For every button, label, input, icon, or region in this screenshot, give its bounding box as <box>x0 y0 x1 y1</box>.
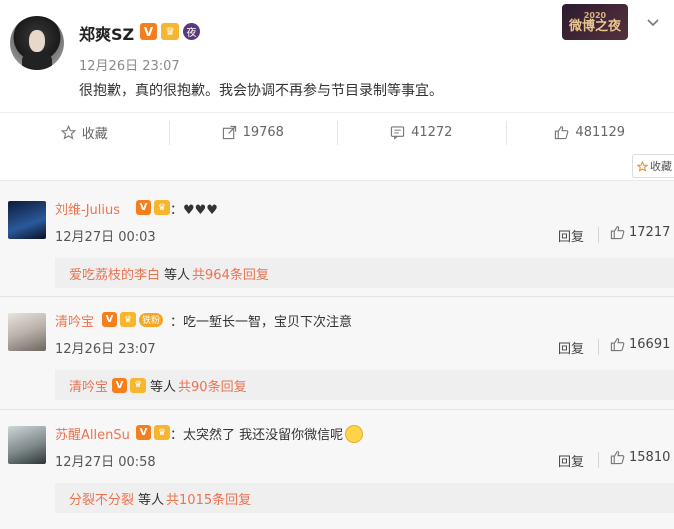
member-crown-icon[interactable]: ♛ <box>130 377 147 393</box>
weibo-night-event-logo[interactable]: 2020 微博之夜 <box>562 4 628 40</box>
comment-time: 12月27日 00:03 <box>55 230 156 245</box>
action-divider <box>598 339 599 355</box>
weibo-night-icon[interactable]: 夜 <box>183 23 200 40</box>
commenter-avatar[interactable] <box>8 313 46 351</box>
comment-icon <box>390 126 405 140</box>
floating-favorite-tab[interactable]: 收藏 <box>632 154 674 178</box>
verified-v-icon[interactable]: V <box>112 377 128 393</box>
commenter-badges: V ♛ 铁粉 <box>102 312 164 327</box>
thumbs-up-icon <box>610 451 625 465</box>
post-timestamp[interactable]: 12月26日 23:07 <box>79 55 180 74</box>
commenter-badges: V ♛ <box>136 425 170 440</box>
member-crown-icon[interactable]: ♛ <box>120 312 136 327</box>
star-icon <box>60 125 76 140</box>
commenter-avatar[interactable] <box>8 426 46 464</box>
sub-replies-link[interactable]: 分裂不分裂 等人 共1015条回复 <box>55 483 674 513</box>
sub-reply-etc: 等人 <box>150 379 177 395</box>
repost-button[interactable]: 19768 <box>168 113 338 152</box>
sub-replies-link[interactable]: 清吟宝 V ♛ 等人 共90条回复 <box>55 370 674 400</box>
repost-count: 19768 <box>242 125 284 140</box>
sub-replies-link[interactable]: 爱吃荔枝的李白 等人 共964条回复 <box>55 258 674 288</box>
sub-reply-count[interactable]: 共90条回复 <box>178 376 247 395</box>
verified-v-icon[interactable]: V <box>136 200 151 215</box>
like-button[interactable]: 481129 <box>505 113 674 152</box>
comment-divider <box>0 409 674 410</box>
comment-like-button[interactable]: 15810 <box>610 450 670 465</box>
comment-text-body: ：太突然了 我还没留你微信呢 <box>170 428 344 443</box>
thumbs-up-icon <box>610 338 625 352</box>
post-action-bar: 收藏 19768 41272 481129 <box>0 112 674 152</box>
floating-favorite-label: 收藏 <box>650 160 672 173</box>
action-divider <box>598 227 599 243</box>
sub-reply-user[interactable]: 清吟宝 <box>69 376 108 395</box>
action-divider <box>598 452 599 468</box>
comment-like-count: 16691 <box>629 337 671 352</box>
repost-icon <box>222 125 236 140</box>
post-text: 很抱歉，真的很抱歉。我会协调不再参与节目录制等事宜。 <box>79 83 443 99</box>
commenter-avatar[interactable] <box>8 201 46 239</box>
author-name[interactable]: 郑爽SZ <box>79 21 134 45</box>
commenter-name[interactable]: 刘维-Julius <box>55 199 120 218</box>
sub-reply-etc: 等人 <box>138 492 165 508</box>
reply-button[interactable]: 回复 <box>558 226 584 245</box>
chevron-down-icon[interactable] <box>646 16 660 30</box>
comment-list: 刘维-Julius V ♛ ：♥♥♥ 12月27日 00:03 回复 17217… <box>0 180 674 529</box>
commenter-badges: V ♛ <box>136 200 170 215</box>
star-icon <box>637 160 648 172</box>
avatar-face <box>29 30 45 52</box>
favorite-label: 收藏 <box>81 127 108 142</box>
like-count: 481129 <box>575 125 626 140</box>
author-badges: V ♛ 夜 <box>140 23 200 40</box>
comment-like-button[interactable]: 17217 <box>610 225 670 240</box>
avatar-body <box>22 52 52 70</box>
weibo-post: 郑爽SZ V ♛ 夜 12月26日 23:07 很抱歉，真的很抱歉。我会协调不再… <box>0 0 674 112</box>
author-avatar[interactable] <box>10 16 64 70</box>
comment-text: ：太突然了 我还没留你微信呢 <box>170 424 364 443</box>
comment-text: ：吃一堑长一智，宝贝下次注意 <box>170 315 353 330</box>
favorite-button[interactable]: 收藏 <box>0 113 169 152</box>
commenter-name[interactable]: 清吟宝 <box>55 311 94 330</box>
iron-fan-badge[interactable]: 铁粉 <box>139 312 164 327</box>
sub-reply-badges: V ♛ <box>112 377 147 393</box>
reply-button[interactable]: 回复 <box>558 451 584 470</box>
thumbs-up-icon <box>610 226 625 240</box>
member-crown-icon[interactable]: ♛ <box>154 425 170 440</box>
sub-reply-user[interactable]: 爱吃荔枝的李白 <box>69 264 160 283</box>
sub-reply-count[interactable]: 共964条回复 <box>192 264 269 283</box>
member-crown-icon[interactable]: ♛ <box>161 23 179 40</box>
comment-like-count: 17217 <box>629 225 671 240</box>
thumbs-up-icon <box>555 126 569 140</box>
sub-reply-count[interactable]: 共1015条回复 <box>166 489 251 508</box>
comment-like-count: 15810 <box>629 450 671 465</box>
reply-button[interactable]: 回复 <box>558 338 584 357</box>
comment-like-button[interactable]: 16691 <box>610 337 670 352</box>
sub-reply-etc: 等人 <box>164 267 191 283</box>
verified-v-icon[interactable]: V <box>140 23 157 40</box>
sub-reply-user[interactable]: 分裂不分裂 <box>69 489 134 508</box>
comment-text: ：♥♥♥ <box>170 203 218 218</box>
rolling-eyes-emoji-icon <box>345 425 364 443</box>
verified-v-icon[interactable]: V <box>102 312 117 327</box>
comment-divider <box>0 296 674 297</box>
comment-button[interactable]: 41272 <box>337 113 506 152</box>
commenter-name[interactable]: 苏醒AllenSu <box>55 424 130 443</box>
comment-count: 41272 <box>411 125 453 140</box>
comment-time: 12月27日 00:58 <box>55 455 156 470</box>
event-title: 微博之夜 <box>568 18 621 34</box>
verified-v-icon[interactable]: V <box>136 425 151 440</box>
comment-time: 12月26日 23:07 <box>55 342 156 357</box>
member-crown-icon[interactable]: ♛ <box>154 200 170 215</box>
